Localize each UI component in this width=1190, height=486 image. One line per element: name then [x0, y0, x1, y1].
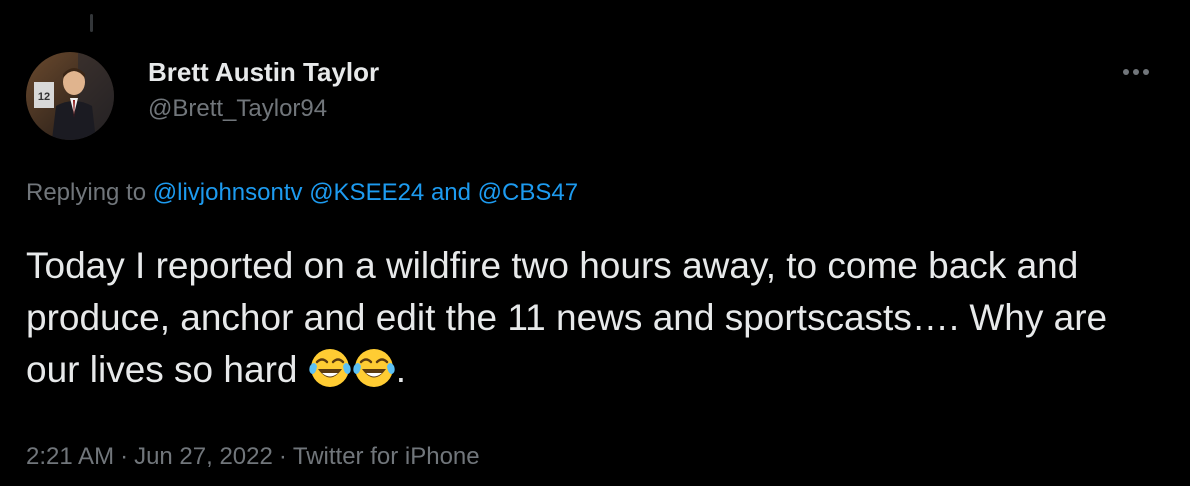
- tweet-body-text: Today I reported on a wildfire two hours…: [26, 245, 1118, 390]
- reply-context: Replying to @livjohnsontv @KSEE24 and @C…: [26, 178, 578, 208]
- avatar-image: 12: [26, 52, 114, 140]
- tweet-date[interactable]: Jun 27, 2022: [134, 443, 273, 470]
- reply-conjunction: and: [430, 179, 471, 206]
- avatar[interactable]: 12: [26, 52, 114, 140]
- tweet-time[interactable]: 2:21 AM: [26, 443, 114, 470]
- mention-link-livjohnsontv[interactable]: @livjohnsontv: [153, 179, 303, 206]
- face-with-tears-of-joy-icon: [353, 349, 395, 387]
- meta-separator: ·: [278, 443, 287, 470]
- reply-prefix: Replying to: [26, 179, 147, 206]
- avatar-badge: 12: [38, 91, 50, 103]
- author-info: Brett Austin Taylor @Brett_Taylor94: [148, 56, 379, 124]
- mention-link-ksee24[interactable]: @KSEE24: [309, 179, 424, 206]
- mention-link-cbs47[interactable]: @CBS47: [478, 179, 578, 206]
- author-display-name[interactable]: Brett Austin Taylor: [148, 56, 379, 88]
- thread-connector-line: [90, 14, 93, 32]
- more-horizontal-icon: [1123, 69, 1149, 75]
- author-handle[interactable]: @Brett_Taylor94: [148, 94, 379, 124]
- more-options-button[interactable]: [1118, 58, 1154, 86]
- meta-separator: ·: [120, 443, 129, 470]
- face-with-tears-of-joy-icon: [309, 349, 351, 387]
- tweet-body: Today I reported on a wildfire two hours…: [26, 240, 1166, 396]
- tweet-source[interactable]: Twitter for iPhone: [293, 443, 480, 470]
- tweet-metadata: 2:21 AM · Jun 27, 2022 · Twitter for iPhone: [26, 440, 480, 474]
- tweet-body-trailing: .: [395, 349, 407, 390]
